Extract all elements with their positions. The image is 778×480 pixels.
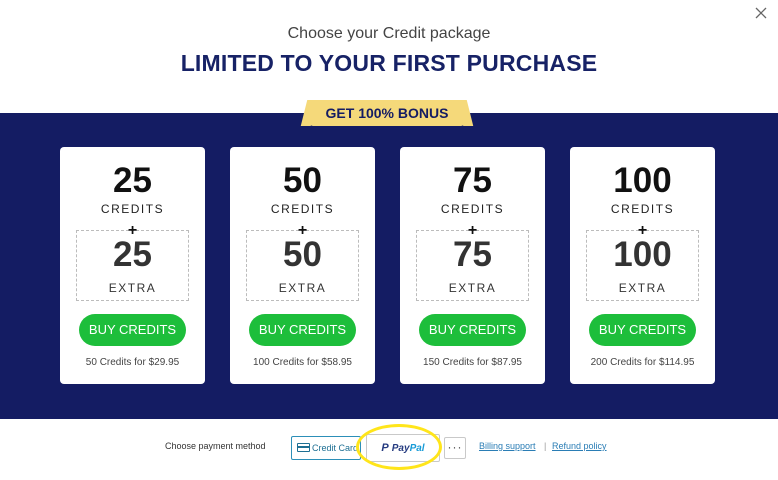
extra-label: EXTRA bbox=[618, 281, 667, 295]
buy-credits-button[interactable]: BUY CREDITS bbox=[249, 314, 356, 346]
buy-credits-button[interactable]: BUY CREDITS bbox=[79, 314, 186, 346]
package-card-100: 100 CREDITS + 100 EXTRA BUY CREDITS 200 … bbox=[570, 147, 715, 384]
package-card-25: 25 CREDITS + 25 EXTRA BUY CREDITS 50 Cre… bbox=[60, 147, 205, 384]
plus-sign: + bbox=[127, 222, 138, 239]
payment-method-label: Choose payment method bbox=[165, 441, 266, 451]
plus-sign: + bbox=[467, 222, 478, 239]
link-separator: | bbox=[544, 441, 547, 451]
credits-amount: 25 bbox=[113, 161, 152, 200]
package-price: 200 Credits for $114.95 bbox=[590, 357, 695, 368]
paypal-option[interactable]: P PayPal bbox=[366, 434, 440, 462]
page-subtitle: Choose your Credit package bbox=[287, 25, 491, 42]
package-price: 50 Credits for $29.95 bbox=[85, 357, 180, 368]
credits-label: CREDITS bbox=[610, 202, 675, 216]
extra-label: EXTRA bbox=[108, 281, 157, 295]
credit-card-label: Credit Card bbox=[312, 443, 359, 453]
extra-amount: 25 bbox=[113, 235, 152, 274]
refund-policy-link[interactable]: Refund policy bbox=[552, 441, 607, 451]
package-card-75: 75 CREDITS + 75 EXTRA BUY CREDITS 150 Cr… bbox=[400, 147, 545, 384]
credits-amount: 50 bbox=[283, 161, 322, 200]
page-title: LIMITED TO YOUR FIRST PURCHASE bbox=[180, 50, 598, 76]
more-payment-methods-button[interactable]: ··· bbox=[444, 437, 466, 459]
credit-card-option[interactable]: Credit Card bbox=[291, 436, 361, 460]
credits-amount: 100 bbox=[613, 161, 672, 200]
billing-support-link[interactable]: Billing support bbox=[479, 441, 536, 451]
plus-sign: + bbox=[637, 222, 648, 239]
extra-label: EXTRA bbox=[278, 281, 327, 295]
package-price: 100 Credits for $58.95 bbox=[253, 357, 352, 368]
close-button[interactable] bbox=[752, 4, 770, 22]
credits-label: CREDITS bbox=[440, 202, 505, 216]
paypal-logo-pay: Pay bbox=[391, 443, 410, 454]
package-card-50: 50 CREDITS + 50 EXTRA BUY CREDITS 100 Cr… bbox=[230, 147, 375, 384]
credits-label: CREDITS bbox=[100, 202, 165, 216]
extra-amount: 75 bbox=[453, 235, 492, 274]
paypal-icon: P bbox=[381, 442, 389, 454]
plus-sign: + bbox=[297, 222, 308, 239]
buy-credits-button[interactable]: BUY CREDITS bbox=[589, 314, 696, 346]
package-price: 150 Credits for $87.95 bbox=[423, 357, 522, 368]
credits-label: CREDITS bbox=[270, 202, 335, 216]
extra-amount: 100 bbox=[613, 235, 672, 274]
paypal-logo-pal: Pal bbox=[409, 443, 425, 454]
credits-amount: 75 bbox=[453, 161, 492, 200]
extra-label: EXTRA bbox=[448, 281, 497, 295]
bonus-badge: GET 100% BONUS bbox=[310, 100, 464, 126]
close-icon bbox=[755, 7, 767, 19]
credit-card-icon bbox=[297, 443, 310, 452]
buy-credits-button[interactable]: BUY CREDITS bbox=[419, 314, 526, 346]
extra-amount: 50 bbox=[283, 235, 322, 274]
